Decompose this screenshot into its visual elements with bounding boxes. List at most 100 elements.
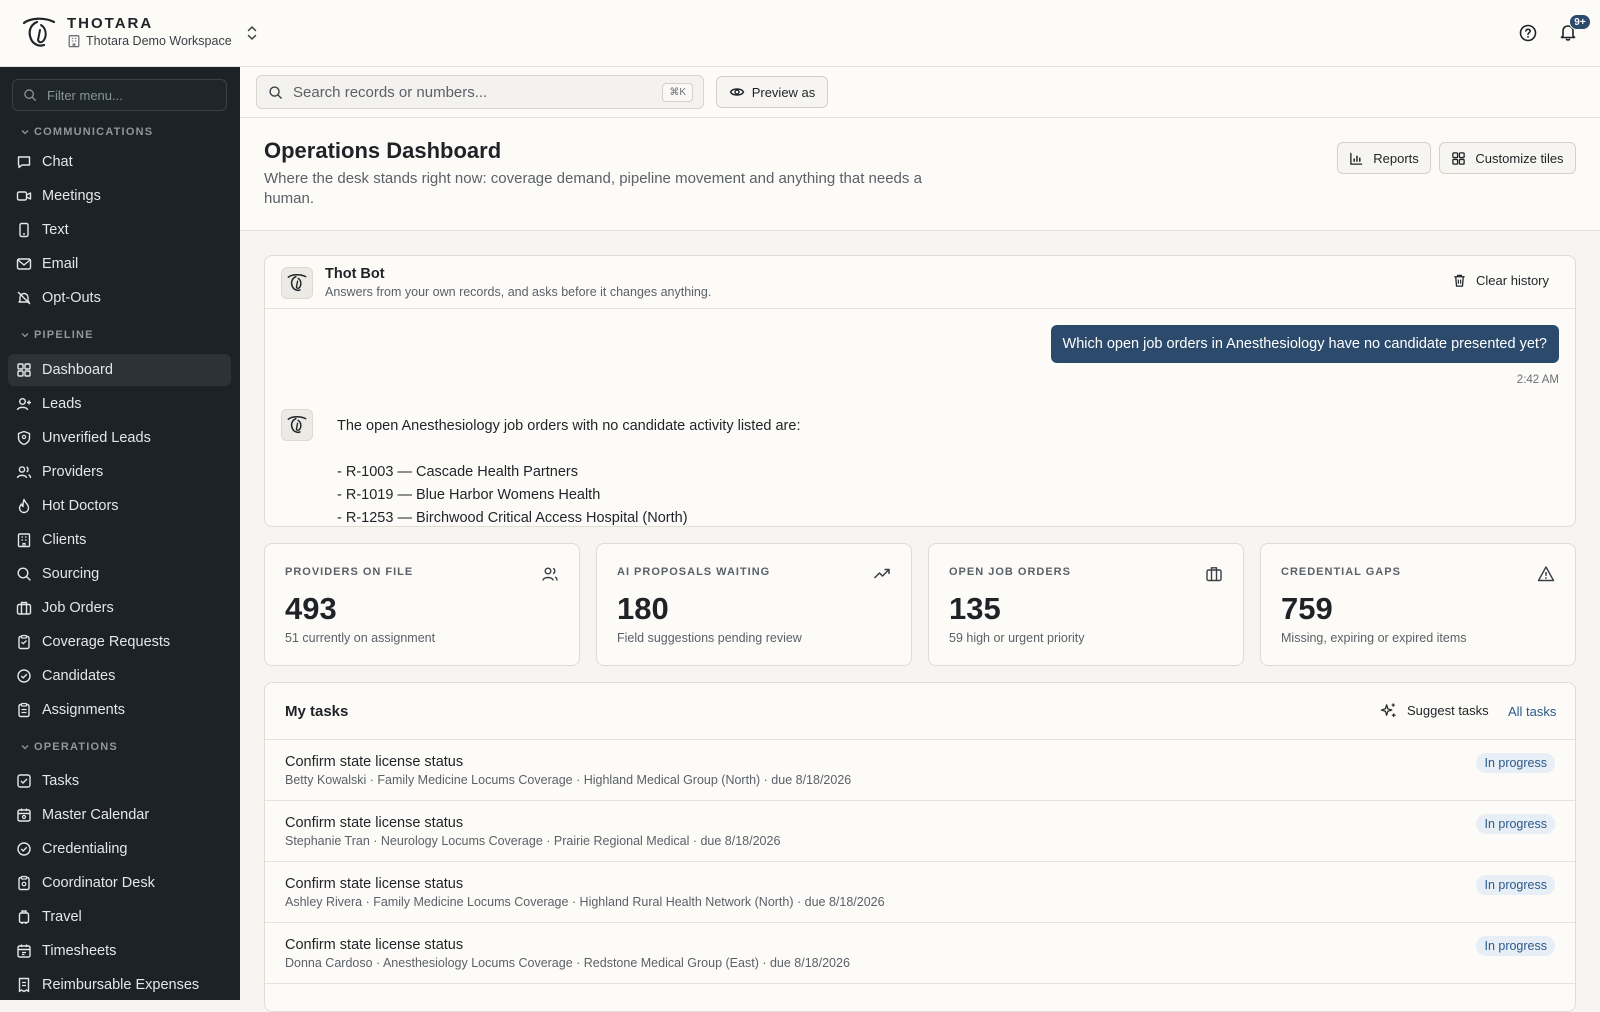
sidebar-item-hot-doctors[interactable]: Hot Doctors (8, 490, 231, 522)
sidebar-item-label: Chat (42, 154, 73, 170)
sidebar-item-candidates[interactable]: Candidates (8, 660, 231, 692)
sidebar-item-label: Leads (42, 396, 82, 412)
section-operations[interactable]: OPERATIONS (20, 741, 118, 753)
task-row[interactable]: Confirm state license status Donna Cardo… (265, 923, 1575, 984)
users-icon (16, 466, 32, 479)
status-badge: In progress (1476, 875, 1555, 895)
check-circle-icon (17, 669, 31, 683)
search-input[interactable] (293, 83, 653, 101)
sidebar-item-sourcing[interactable]: Sourcing (8, 558, 231, 590)
search-icon (269, 85, 282, 99)
briefcase-icon (16, 601, 32, 615)
stat-tile-ai-proposals[interactable]: AI PROPOSALS WAITING 180 Field suggestio… (596, 543, 912, 666)
bot-reply-item: - R-1003 — Cascade Health Partners (337, 464, 578, 480)
sidebar-item-unverified-leads[interactable]: Unverified Leads (8, 422, 231, 454)
task-meta: Ashley Rivera · Family Medicine Locums C… (285, 895, 885, 909)
bot-reply-avatar (281, 409, 313, 441)
bot-reply-message: The open Anesthesiology job orders with … (337, 415, 801, 526)
trash-icon (1454, 274, 1465, 287)
bot-reply-spacer (337, 438, 800, 461)
task-row[interactable]: Confirm state license status Betty Kowal… (265, 740, 1575, 801)
task-meta: Betty Kowalski · Family Medicine Locums … (285, 773, 852, 787)
tasks-header: My tasks Suggest tasks All tasks (265, 683, 1575, 740)
task-title: Confirm state license status (285, 815, 464, 831)
sidebar-item-label: Unverified Leads (42, 430, 151, 446)
stat-subtext: 59 high or urgent priority (949, 631, 1085, 645)
luggage-icon (18, 910, 30, 924)
sidebar-item-email[interactable]: Email (8, 248, 231, 280)
sidebar-item-providers[interactable]: Providers (8, 456, 231, 488)
sidebar-item-master-calendar[interactable]: Master Calendar (8, 799, 231, 831)
sidebar-item-coordinator-desk[interactable]: Coordinator Desk (8, 867, 231, 899)
reports-label: Reports (1373, 150, 1419, 166)
stat-value: 135 (949, 591, 1001, 626)
task-meta: Donna Cardoso · Anesthesiology Locums Co… (285, 956, 850, 970)
sidebar-item-opt-outs[interactable]: Opt-Outs (8, 282, 231, 314)
thotara-logo-icon[interactable] (20, 16, 58, 50)
bot-reply-intro: The open Anesthesiology job orders with … (337, 418, 801, 434)
sidebar-item-dashboard[interactable]: Dashboard (8, 354, 231, 386)
clipboard-list-icon (18, 702, 30, 718)
stat-tile-providers[interactable]: PROVIDERS ON FILE 493 51 currently on as… (264, 543, 580, 666)
sidebar-item-leads[interactable]: Leads (8, 388, 231, 420)
sidebar-item-label: Master Calendar (42, 807, 150, 823)
sidebar-item-label: Providers (42, 464, 104, 480)
filter-menu-field[interactable] (12, 79, 227, 111)
workspace-selector[interactable]: Thotara Demo Workspace (67, 34, 232, 48)
global-search[interactable]: ⌘K (256, 75, 704, 109)
sidebar-item-label: Email (42, 256, 79, 272)
stat-subtext: Missing, expiring or expired items (1281, 631, 1467, 645)
sidebar-item-label: Sourcing (42, 566, 100, 582)
sidebar-item-coverage-requests[interactable]: Coverage Requests (8, 626, 231, 658)
bell-off-icon (17, 291, 31, 305)
sidebar: COMMUNICATIONS Chat Meetings Text Email … (0, 67, 240, 1000)
section-label: COMMUNICATIONS (34, 126, 154, 138)
grid-icon (1452, 151, 1466, 165)
search-shortcut-hint: ⌘K (662, 83, 693, 102)
task-row[interactable]: Confirm state license status Stephanie T… (265, 801, 1575, 862)
sidebar-item-label: Dashboard (42, 362, 113, 378)
chevron-down-icon (21, 333, 29, 338)
user-plus-icon (16, 398, 31, 411)
reports-button[interactable]: Reports (1337, 142, 1431, 174)
sidebar-item-job-orders[interactable]: Job Orders (8, 592, 231, 624)
task-title: Confirm state license status (285, 754, 464, 770)
calendar-clock-icon (17, 944, 31, 958)
stat-tile-open-job-orders[interactable]: OPEN JOB ORDERS 135 59 high or urgent pr… (928, 543, 1244, 666)
sidebar-item-travel[interactable]: Travel (8, 901, 231, 933)
sidebar-item-text[interactable]: Text (8, 214, 231, 246)
chevrons-up-down-icon[interactable] (244, 24, 260, 42)
sidebar-item-label: Candidates (42, 668, 116, 684)
help-icon[interactable] (1517, 22, 1539, 44)
sidebar-item-clients[interactable]: Clients (8, 524, 231, 556)
section-label: PIPELINE (34, 329, 94, 341)
sidebar-item-tasks[interactable]: Tasks (8, 765, 231, 797)
filter-menu-input[interactable] (47, 87, 217, 103)
sparkles-icon (1380, 703, 1396, 718)
sidebar-item-label: Travel (42, 909, 82, 925)
message-timestamp: 2:42 AM (1516, 374, 1559, 386)
section-communications[interactable]: COMMUNICATIONS (20, 126, 153, 138)
workspace-name: Thotara Demo Workspace (86, 34, 232, 48)
sidebar-item-chat[interactable]: Chat (8, 146, 231, 178)
section-pipeline[interactable]: PIPELINE (20, 329, 94, 341)
stat-tile-credential-gaps[interactable]: CREDENTIAL GAPS 759 Missing, expiring or… (1260, 543, 1576, 666)
search-icon (17, 567, 31, 581)
sidebar-item-reimbursable-expenses[interactable]: Reimbursable Expenses (8, 969, 231, 1000)
sidebar-item-credentialing[interactable]: Credentialing (8, 833, 231, 865)
sidebar-item-label: Opt-Outs (42, 290, 101, 306)
customize-tiles-button[interactable]: Customize tiles (1439, 142, 1576, 174)
task-row[interactable]: Confirm state license status Ashley Rive… (265, 862, 1575, 923)
sidebar-item-label: Timesheets (42, 943, 117, 959)
stat-subtext: 51 currently on assignment (285, 631, 436, 645)
search-icon (24, 89, 36, 101)
sidebar-item-assignments[interactable]: Assignments (8, 694, 231, 726)
all-tasks-link[interactable]: All tasks (1508, 704, 1556, 719)
clear-history-button[interactable]: Clear history (1452, 273, 1549, 288)
check-square-icon (17, 774, 31, 788)
sidebar-item-timesheets[interactable]: Timesheets (8, 935, 231, 967)
suggest-tasks-button[interactable]: Suggest tasks (1380, 702, 1489, 719)
sidebar-item-meetings[interactable]: Meetings (8, 180, 231, 212)
flame-icon (18, 498, 30, 514)
preview-as-button[interactable]: Preview as (716, 76, 828, 108)
